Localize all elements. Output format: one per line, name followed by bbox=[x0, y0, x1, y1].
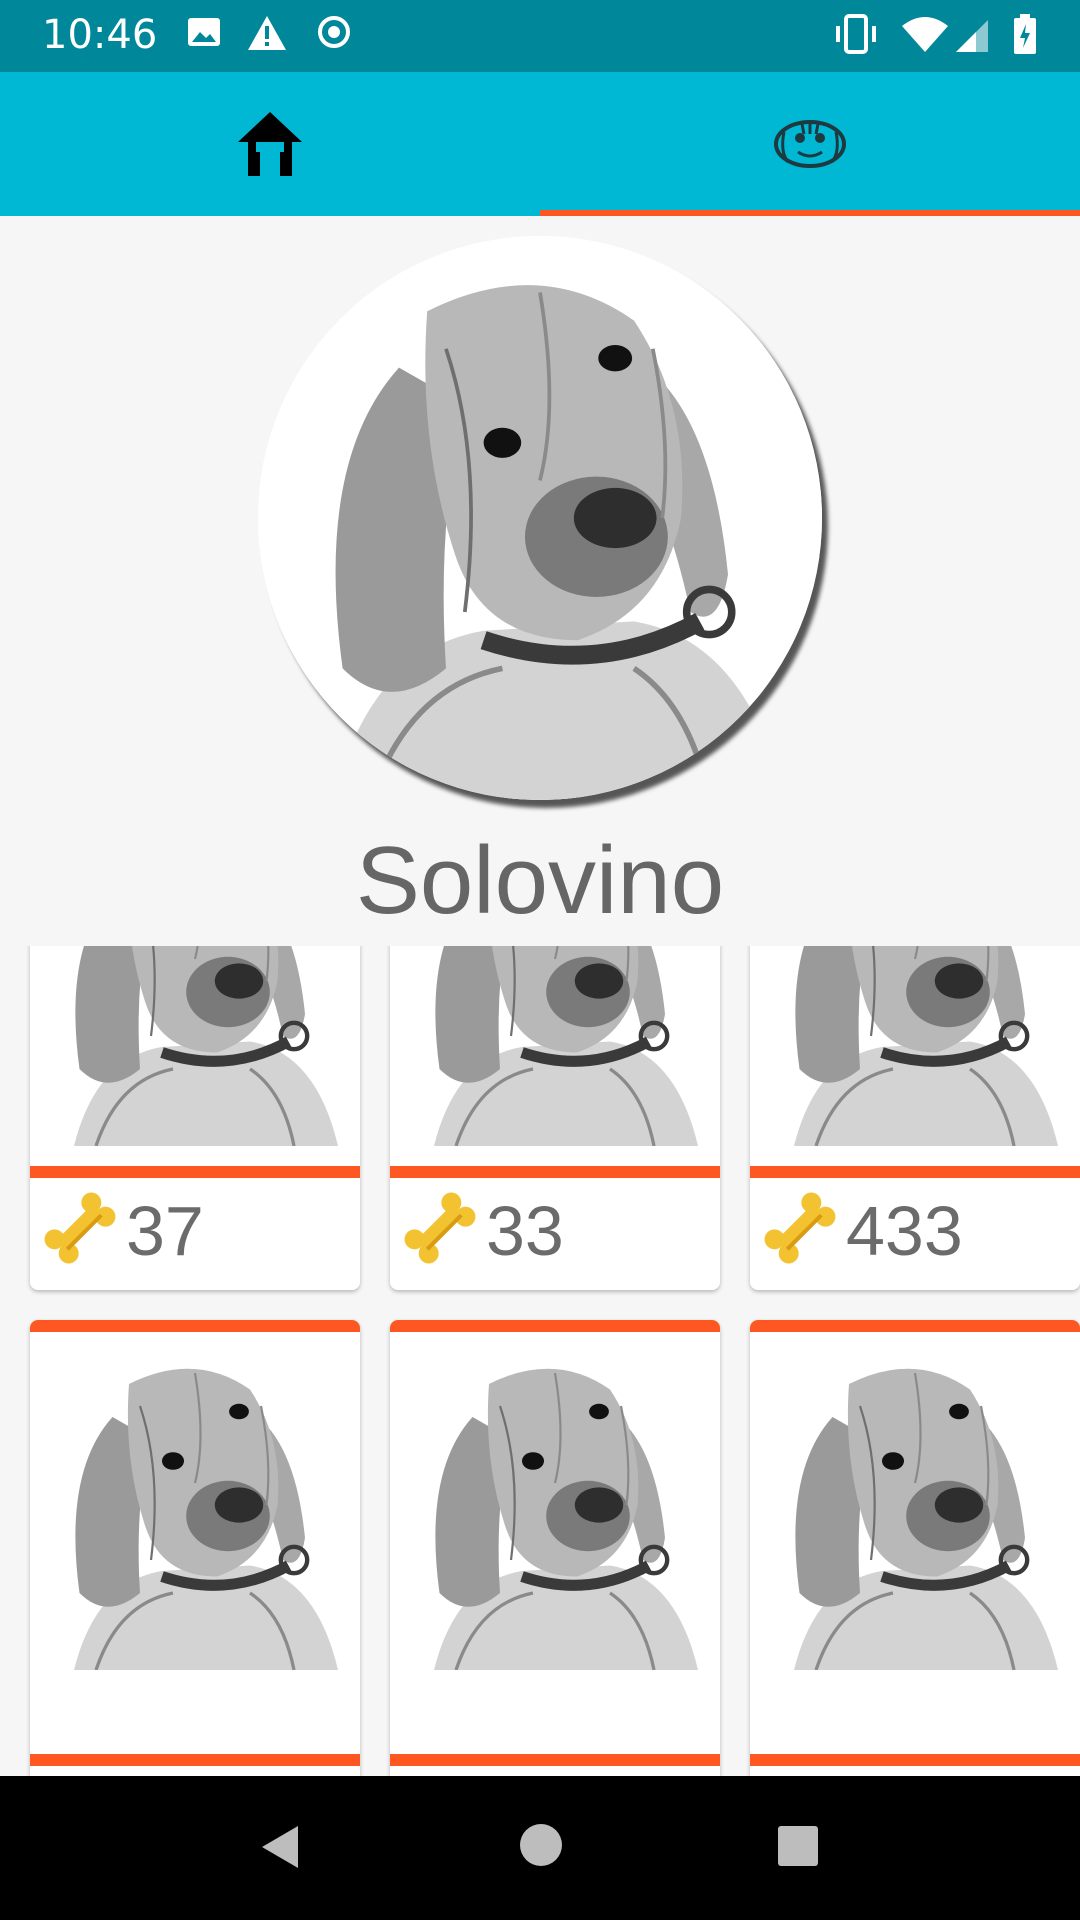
back-button[interactable] bbox=[254, 1822, 304, 1877]
dog-photo bbox=[750, 946, 1080, 1146]
card-divider bbox=[390, 1166, 720, 1178]
bone-icon bbox=[40, 1188, 120, 1273]
bone-count: 433 bbox=[846, 1191, 963, 1270]
tab-dog[interactable] bbox=[540, 72, 1080, 216]
battery-charging-icon bbox=[1012, 14, 1038, 61]
avatar bbox=[258, 236, 822, 800]
photo-card[interactable] bbox=[750, 1320, 1080, 1776]
record-icon bbox=[316, 14, 352, 55]
photo-card[interactable]: 37 bbox=[30, 946, 360, 1290]
card-divider bbox=[30, 1754, 360, 1766]
home-icon bbox=[230, 102, 310, 187]
dog-photo bbox=[750, 1340, 1080, 1670]
vibrate-icon bbox=[832, 14, 880, 59]
warning-icon bbox=[246, 14, 288, 57]
recents-button[interactable] bbox=[776, 1824, 820, 1873]
tab-bar bbox=[0, 72, 1080, 216]
card-divider bbox=[30, 1320, 360, 1332]
photo-card[interactable]: 433 bbox=[750, 946, 1080, 1290]
status-bar: 10:46 bbox=[0, 0, 1080, 72]
bone-count: 37 bbox=[126, 1191, 204, 1270]
card-divider bbox=[390, 1320, 720, 1332]
photo-card[interactable]: 33 bbox=[390, 946, 720, 1290]
bone-count: 33 bbox=[486, 1191, 564, 1270]
photo-card[interactable] bbox=[30, 1320, 360, 1776]
signal-icon bbox=[954, 14, 990, 59]
profile-content[interactable]: Solovino 37 33 433 bbox=[0, 216, 1080, 1776]
dog-photo bbox=[390, 946, 720, 1146]
bone-icon bbox=[400, 1188, 480, 1273]
card-divider bbox=[750, 1754, 1080, 1766]
profile-name: Solovino bbox=[355, 827, 725, 934]
card-divider bbox=[750, 1320, 1080, 1332]
status-time: 10:46 bbox=[42, 12, 158, 58]
card-divider bbox=[390, 1754, 720, 1766]
card-divider bbox=[30, 1166, 360, 1178]
dog-photo bbox=[30, 946, 360, 1146]
system-nav-bar bbox=[0, 1776, 1080, 1920]
wifi-icon bbox=[900, 14, 950, 59]
dog-photo bbox=[390, 1340, 720, 1670]
home-button[interactable] bbox=[518, 1822, 564, 1873]
dog-face-icon bbox=[770, 112, 850, 177]
tab-home[interactable] bbox=[0, 72, 540, 216]
image-icon bbox=[186, 14, 222, 55]
bone-icon bbox=[760, 1188, 840, 1273]
dog-photo bbox=[30, 1340, 360, 1670]
card-divider bbox=[750, 1166, 1080, 1178]
photo-grid[interactable]: 37 33 433 bbox=[0, 946, 1080, 1776]
photo-card[interactable] bbox=[390, 1320, 720, 1776]
